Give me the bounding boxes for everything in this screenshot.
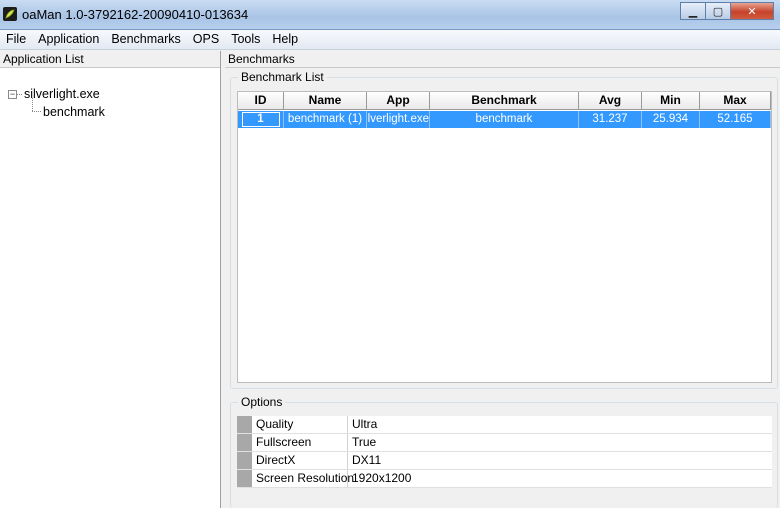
- option-name: Quality: [252, 416, 348, 433]
- row-gutter: [237, 434, 252, 451]
- collapse-icon[interactable]: −: [8, 90, 17, 99]
- application-tree: − silverlight.exe benchmark: [0, 68, 220, 488]
- row-gutter: [237, 470, 252, 487]
- tree-item-benchmark[interactable]: benchmark: [43, 105, 105, 119]
- benchmarks-header: Benchmarks: [225, 51, 780, 68]
- tree-connector: [32, 111, 41, 112]
- menu-help[interactable]: Help: [266, 30, 304, 49]
- option-value[interactable]: 1920x1200: [348, 470, 772, 487]
- menu-tools[interactable]: Tools: [225, 30, 266, 49]
- options-group: Options Quality Ultra Fullscreen True Di…: [230, 395, 778, 508]
- tree-connector: [17, 94, 22, 95]
- column-header-id[interactable]: ID: [238, 92, 284, 110]
- cell-min[interactable]: 25.934: [642, 111, 700, 128]
- benchmark-grid: ID Name App Benchmark Avg Min Max 1 benc…: [237, 91, 772, 383]
- option-name: DirectX: [252, 452, 348, 469]
- menu-ops[interactable]: OPS: [187, 30, 225, 49]
- column-header-name[interactable]: Name: [284, 92, 367, 110]
- application-list-header: Application List: [0, 51, 220, 68]
- column-header-min[interactable]: Min: [642, 92, 700, 110]
- row-gutter: [237, 452, 252, 469]
- row-gutter: [237, 416, 252, 433]
- option-value[interactable]: DX11: [348, 452, 772, 469]
- options-title: Options: [238, 395, 286, 409]
- tree-item-silverlight[interactable]: silverlight.exe: [24, 87, 100, 101]
- cell-avg[interactable]: 31.237: [579, 111, 642, 128]
- application-list-pane: Application List − silverlight.exe bench…: [0, 51, 221, 508]
- option-name: Fullscreen: [252, 434, 348, 451]
- maximize-button[interactable]: ▢: [705, 2, 731, 20]
- option-name: Screen Resolution: [252, 470, 354, 487]
- column-header-max[interactable]: Max: [700, 92, 771, 110]
- option-value[interactable]: Ultra: [348, 416, 772, 433]
- column-header-avg[interactable]: Avg: [579, 92, 642, 110]
- menu-bar: File Application Benchmarks OPS Tools He…: [0, 30, 780, 50]
- menu-file[interactable]: File: [0, 30, 32, 49]
- title-bar: oaMan 1.0-3792162-20090410-013634 ▁ ▢ ✕: [0, 0, 780, 30]
- close-button[interactable]: ✕: [730, 2, 774, 20]
- menu-benchmarks[interactable]: Benchmarks: [105, 30, 186, 49]
- cell-id[interactable]: 1: [238, 111, 284, 128]
- options-grid: Quality Ultra Fullscreen True DirectX DX…: [237, 416, 772, 488]
- option-row[interactable]: Screen Resolution 1920x1200: [237, 470, 772, 488]
- benchmark-list-title: Benchmark List: [238, 70, 327, 84]
- benchmark-list-group: Benchmark List ID Name App Benchmark Avg…: [230, 70, 778, 389]
- app-icon: [3, 7, 17, 21]
- cell-benchmark[interactable]: benchmark: [430, 111, 579, 128]
- grid-header: ID Name App Benchmark Avg Min Max: [238, 92, 771, 110]
- window-title: oaMan 1.0-3792162-20090410-013634: [22, 7, 249, 22]
- option-value[interactable]: True: [348, 434, 772, 451]
- option-row[interactable]: Fullscreen True: [237, 434, 772, 452]
- cell-name[interactable]: benchmark (1): [284, 111, 367, 128]
- minimize-button[interactable]: ▁: [680, 2, 706, 20]
- column-header-benchmark[interactable]: Benchmark: [430, 92, 579, 110]
- cell-max[interactable]: 52.165: [700, 111, 771, 128]
- menu-application[interactable]: Application: [32, 30, 105, 49]
- cell-app[interactable]: silverlight.exe: [367, 111, 430, 128]
- option-row[interactable]: Quality Ultra: [237, 416, 772, 434]
- option-row[interactable]: DirectX DX11: [237, 452, 772, 470]
- benchmarks-pane: Benchmarks Benchmark List ID Name App Be…: [225, 51, 780, 508]
- table-row[interactable]: 1 benchmark (1) silverlight.exe benchmar…: [238, 111, 771, 128]
- column-header-app[interactable]: App: [367, 92, 430, 110]
